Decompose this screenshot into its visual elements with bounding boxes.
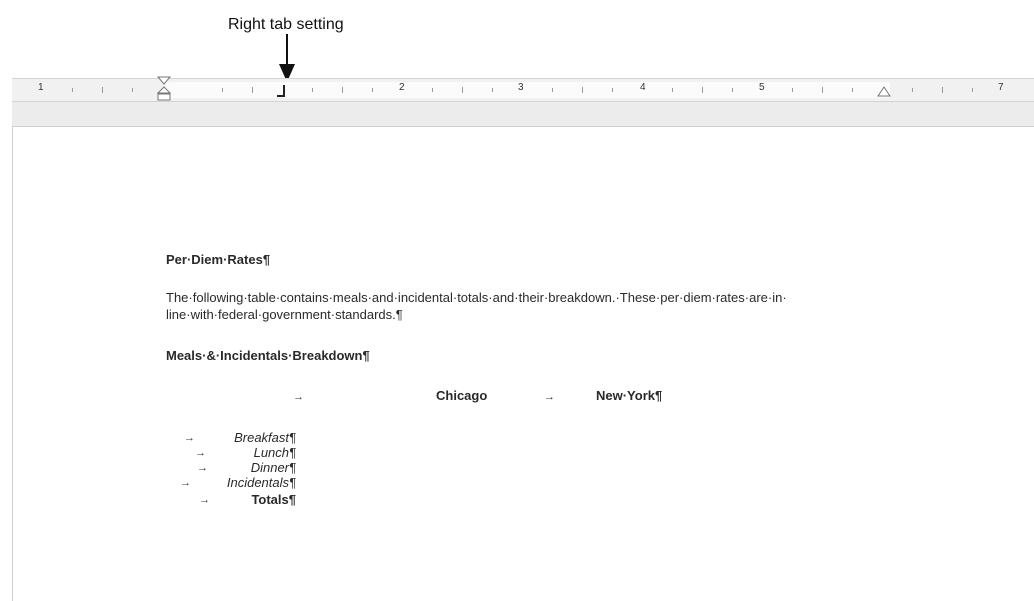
- paragraph-line: line·with·federal·government·standards.¶: [166, 307, 403, 322]
- ruler-tick: [732, 88, 733, 92]
- document-page[interactable]: Per·Diem·Rates¶ The·following·table·cont…: [12, 126, 1034, 601]
- ruler-tick: [702, 87, 703, 93]
- ruler-tick: [822, 87, 823, 93]
- tab-arrow-icon: →: [197, 462, 208, 474]
- ruler-number: 2: [399, 82, 405, 93]
- tab-arrow-icon: →: [293, 391, 304, 403]
- paragraph-line: The·following·table·contains·meals·and·i…: [166, 290, 787, 305]
- ruler-tick: [612, 88, 613, 92]
- ruler-tick: [582, 87, 583, 93]
- horizontal-ruler[interactable]: 1 2 3 4 5 7: [12, 75, 1034, 102]
- tab-arrow-icon: →: [180, 477, 191, 489]
- ruler-tick: [102, 87, 103, 93]
- ruler-number: 4: [640, 82, 646, 93]
- ruler-tick: [912, 88, 913, 92]
- ruler-tick: [792, 88, 793, 92]
- first-line-indent-marker-icon[interactable]: [156, 75, 172, 101]
- right-tab-stop-icon[interactable]: [276, 84, 288, 98]
- ruler-tick: [552, 88, 553, 92]
- ruler-tick: [492, 88, 493, 92]
- tab-arrow-icon: →: [184, 432, 195, 444]
- ruler-number: 7: [998, 82, 1004, 93]
- ruler-tick: [852, 88, 853, 92]
- ruler-tick: [72, 88, 73, 92]
- ruler-number: 5: [759, 82, 765, 93]
- tab-arrow-icon: →: [195, 447, 206, 459]
- document-title: Per·Diem·Rates¶: [166, 252, 271, 267]
- ruler-text-area: [166, 82, 890, 98]
- ruler-tick: [672, 88, 673, 92]
- ruler-tick: [942, 87, 943, 93]
- row-label-breakfast: Breakfast¶: [234, 430, 296, 445]
- row-label-lunch: Lunch¶: [253, 445, 296, 460]
- section-heading: Meals·&·Incidentals·Breakdown¶: [166, 348, 370, 363]
- right-indent-marker-icon[interactable]: [876, 85, 892, 99]
- ruler-number: 1: [38, 82, 44, 93]
- row-label-dinner: Dinner¶: [250, 460, 296, 475]
- ruler-tick: [312, 88, 313, 92]
- column-header-chicago: Chicago: [436, 388, 488, 403]
- row-label-totals: Totals¶: [251, 492, 296, 507]
- ruler-tick: [462, 87, 463, 93]
- ruler-tick: [342, 87, 343, 93]
- callout-arrow-icon: [279, 34, 295, 82]
- ruler-tick: [972, 88, 973, 92]
- ruler-tick: [372, 88, 373, 92]
- callout-label: Right tab setting: [228, 16, 344, 33]
- tab-arrow-icon: →: [544, 391, 555, 403]
- ruler-tick: [222, 88, 223, 92]
- ruler-tick: [252, 87, 253, 93]
- ruler-tick: [432, 88, 433, 92]
- tab-arrow-icon: →: [199, 494, 210, 506]
- ruler-number: 3: [518, 82, 524, 93]
- ruler-tick: [132, 88, 133, 92]
- column-header-new-york: New·York¶: [596, 388, 663, 403]
- row-label-incidentals: Incidentals¶: [226, 475, 296, 490]
